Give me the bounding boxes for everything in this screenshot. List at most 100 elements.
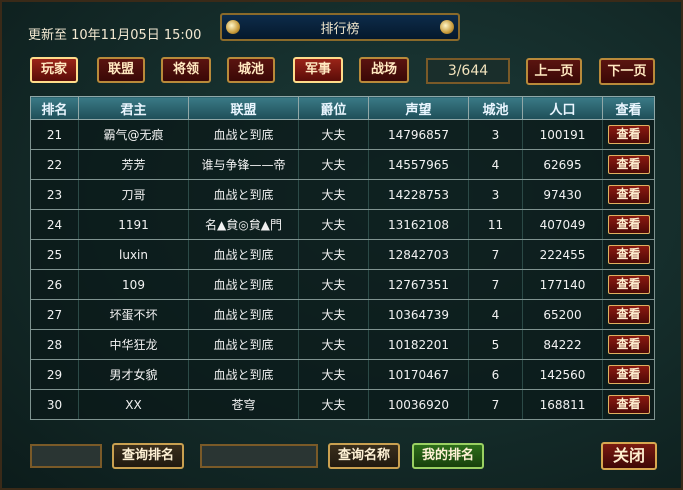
- table-row: 30 XX 苍穹 大夫 10036920 7 168811 查看: [30, 389, 655, 420]
- table-row: 24 1191 名▲貟◎貟▲門 大夫 13162108 11 407049 查看: [30, 209, 655, 240]
- cell-rank: 22: [30, 149, 79, 180]
- page-indicator: 3/644: [426, 58, 510, 84]
- view-button[interactable]: 查看: [607, 305, 650, 324]
- header-title: 爵位: [298, 96, 369, 120]
- tab-city[interactable]: 城池: [227, 57, 275, 83]
- cell-alliance: 名▲貟◎貟▲門: [188, 209, 299, 240]
- cell-cities: 4: [468, 149, 523, 180]
- cell-view: 查看: [602, 329, 655, 360]
- table-row: 27 坏蛋不坏 血战と到底 大夫 10364739 4 65200 查看: [30, 299, 655, 330]
- cell-title: 大夫: [298, 299, 369, 330]
- header-lord: 君主: [78, 96, 189, 120]
- cell-lord: 中华狂龙: [78, 329, 189, 360]
- cell-view: 查看: [602, 119, 655, 150]
- view-button[interactable]: 查看: [607, 185, 650, 204]
- my-rank-button[interactable]: 我的排名: [412, 443, 484, 469]
- table-header-row: 排名 君主 联盟 爵位 声望 城池 人口 查看: [30, 96, 655, 120]
- update-time: 更新至 10年11月05日 15:00: [28, 28, 202, 43]
- cell-lord: luxin: [78, 239, 189, 270]
- header-cities: 城池: [468, 96, 523, 120]
- cell-alliance: 血战と到底: [188, 119, 299, 150]
- header-prestige: 声望: [368, 96, 469, 120]
- view-button[interactable]: 查看: [607, 245, 650, 264]
- cell-prestige: 10170467: [368, 359, 469, 390]
- cell-prestige: 14557965: [368, 149, 469, 180]
- cell-view: 查看: [602, 179, 655, 210]
- cell-cities: 5: [468, 329, 523, 360]
- header-rank: 排名: [30, 96, 79, 120]
- cell-lord: 男才女貌: [78, 359, 189, 390]
- tab-military[interactable]: 军事: [293, 57, 343, 83]
- cell-title: 大夫: [298, 239, 369, 270]
- cell-lord: 芳芳: [78, 149, 189, 180]
- cell-population: 142560: [522, 359, 603, 390]
- cell-rank: 26: [30, 269, 79, 300]
- ranking-table: 排名 君主 联盟 爵位 声望 城池 人口 查看 21 霸气@无痕 血战と到底 大夫 14…: [30, 96, 655, 420]
- view-button[interactable]: 查看: [607, 395, 650, 414]
- cell-view: 查看: [602, 359, 655, 390]
- cell-view: 查看: [602, 299, 655, 330]
- cell-cities: 4: [468, 299, 523, 330]
- view-button[interactable]: 查看: [607, 335, 650, 354]
- cell-rank: 25: [30, 239, 79, 270]
- cell-lord: 刀哥: [78, 179, 189, 210]
- name-query-input[interactable]: [200, 444, 318, 468]
- cell-prestige: 12767351: [368, 269, 469, 300]
- tab-alliance[interactable]: 联盟: [97, 57, 145, 83]
- cell-rank: 28: [30, 329, 79, 360]
- close-button[interactable]: 关闭: [601, 442, 657, 470]
- cell-view: 查看: [602, 389, 655, 420]
- cell-lord: XX: [78, 389, 189, 420]
- cell-title: 大夫: [298, 179, 369, 210]
- cell-alliance: 血战と到底: [188, 299, 299, 330]
- cell-prestige: 14796857: [368, 119, 469, 150]
- tab-player[interactable]: 玩家: [30, 57, 78, 83]
- cell-prestige: 10036920: [368, 389, 469, 420]
- cell-population: 65200: [522, 299, 603, 330]
- table-row: 25 luxin 血战と到底 大夫 12842703 7 222455 查看: [30, 239, 655, 270]
- cell-lord: 1191: [78, 209, 189, 240]
- cell-title: 大夫: [298, 329, 369, 360]
- cell-alliance: 血战と到底: [188, 179, 299, 210]
- tab-battlefield[interactable]: 战场: [359, 57, 409, 83]
- view-button[interactable]: 查看: [607, 365, 650, 384]
- header-view: 查看: [602, 96, 655, 120]
- cell-title: 大夫: [298, 209, 369, 240]
- tab-general[interactable]: 将领: [161, 57, 211, 83]
- cell-alliance: 血战と到底: [188, 329, 299, 360]
- view-button[interactable]: 查看: [607, 275, 650, 294]
- view-button[interactable]: 查看: [607, 155, 650, 174]
- cell-view: 查看: [602, 239, 655, 270]
- next-page-button[interactable]: 下一页: [599, 58, 655, 85]
- cell-rank: 24: [30, 209, 79, 240]
- ranking-panel: 更新至 10年11月05日 15:00 排行榜 玩家 联盟 将领 城池 军事 战…: [0, 0, 683, 490]
- header-alliance: 联盟: [188, 96, 299, 120]
- query-name-button[interactable]: 查询名称: [328, 443, 400, 469]
- prev-page-button[interactable]: 上一页: [526, 58, 582, 85]
- cell-cities: 6: [468, 359, 523, 390]
- cell-lord: 109: [78, 269, 189, 300]
- cell-rank: 27: [30, 299, 79, 330]
- cell-population: 177140: [522, 269, 603, 300]
- rank-query-input[interactable]: [30, 444, 102, 468]
- cell-alliance: 苍穹: [188, 389, 299, 420]
- table-row: 28 中华狂龙 血战と到底 大夫 10182201 5 84222 查看: [30, 329, 655, 360]
- view-button[interactable]: 查看: [607, 125, 650, 144]
- cell-cities: 7: [468, 269, 523, 300]
- cell-rank: 23: [30, 179, 79, 210]
- cell-population: 97430: [522, 179, 603, 210]
- table-row: 29 男才女貌 血战と到底 大夫 10170467 6 142560 查看: [30, 359, 655, 390]
- cell-alliance: 血战と到底: [188, 359, 299, 390]
- cell-population: 100191: [522, 119, 603, 150]
- cell-title: 大夫: [298, 269, 369, 300]
- cell-prestige: 13162108: [368, 209, 469, 240]
- cell-rank: 21: [30, 119, 79, 150]
- query-rank-button[interactable]: 查询排名: [112, 443, 184, 469]
- cell-cities: 7: [468, 389, 523, 420]
- table-row: 22 芳芳 谁与争锋——帝 大夫 14557965 4 62695 查看: [30, 149, 655, 180]
- cell-alliance: 谁与争锋——帝: [188, 149, 299, 180]
- view-button[interactable]: 查看: [607, 215, 650, 234]
- cell-title: 大夫: [298, 359, 369, 390]
- cell-cities: 3: [468, 179, 523, 210]
- cell-cities: 3: [468, 119, 523, 150]
